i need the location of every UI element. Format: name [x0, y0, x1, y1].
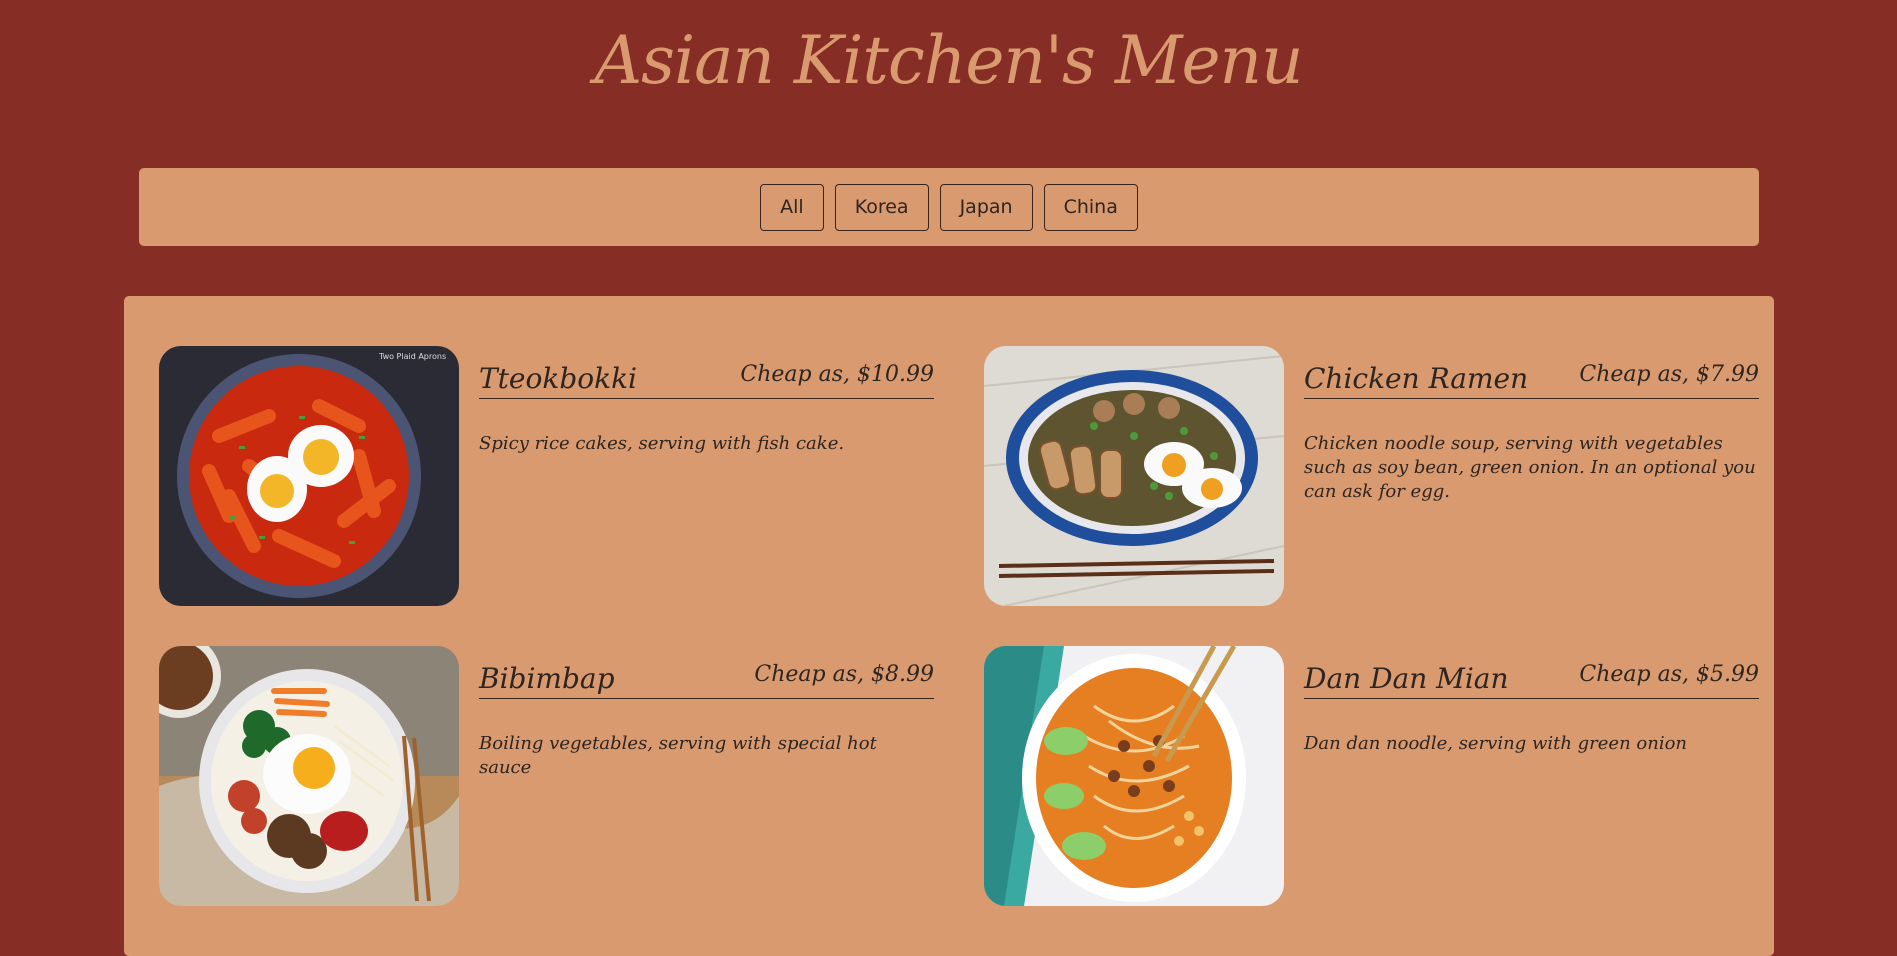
menu-panel: Two Plaid Aprons Tteokbokki Cheap as, $1…	[124, 296, 1774, 956]
menu-item-dan-dan-mian: Dan Dan Mian Cheap as, $5.99 Dan dan noo…	[984, 646, 1759, 906]
menu-item-tteokbokki: Two Plaid Aprons Tteokbokki Cheap as, $1…	[159, 346, 934, 606]
item-description: Dan dan noodle, serving with green onion	[1304, 733, 1688, 754]
filter-japan-button[interactable]: Japan	[939, 183, 1033, 231]
item-header: Bibimbap Cheap as, $8.99	[479, 656, 934, 699]
item-description: Chicken noodle soup, serving with vegeta…	[1304, 433, 1756, 502]
filter-all-button[interactable]: All	[760, 183, 824, 231]
item-name: Chicken Ramen	[1304, 362, 1529, 395]
item-price: Cheap as, $5.99	[1579, 662, 1759, 687]
item-header: Tteokbokki Cheap as, $10.99	[479, 356, 934, 399]
item-description: Boiling vegetables, serving with special…	[479, 733, 877, 778]
item-header: Chicken Ramen Cheap as, $7.99	[1304, 356, 1759, 399]
category-filter-bar: All Korea Japan China	[139, 168, 1759, 246]
tteokbokki-photo: Two Plaid Aprons	[159, 346, 459, 606]
filter-china-button[interactable]: China	[1043, 183, 1138, 231]
item-name: Tteokbokki	[479, 362, 637, 395]
item-name: Dan Dan Mian	[1304, 662, 1509, 695]
item-price: Cheap as, $7.99	[1579, 362, 1759, 387]
filter-korea-button[interactable]: Korea	[834, 183, 929, 231]
bibimbap-photo	[159, 646, 459, 906]
page-title: Asian Kitchen's Menu	[594, 22, 1303, 99]
menu-item-bibimbap: Bibimbap Cheap as, $8.99 Boiling vegetab…	[159, 646, 934, 906]
photo-caption: Two Plaid Aprons	[378, 352, 446, 361]
menu-item-chicken-ramen: Chicken Ramen Cheap as, $7.99 Chicken no…	[984, 346, 1759, 606]
item-description: Spicy rice cakes, serving with fish cake…	[479, 433, 845, 454]
item-price: Cheap as, $8.99	[754, 662, 934, 687]
chicken-ramen-photo	[984, 346, 1284, 606]
dan-dan-mian-photo	[984, 646, 1284, 906]
item-header: Dan Dan Mian Cheap as, $5.99	[1304, 656, 1759, 699]
item-name: Bibimbap	[479, 662, 615, 695]
item-price: Cheap as, $10.99	[740, 362, 934, 387]
